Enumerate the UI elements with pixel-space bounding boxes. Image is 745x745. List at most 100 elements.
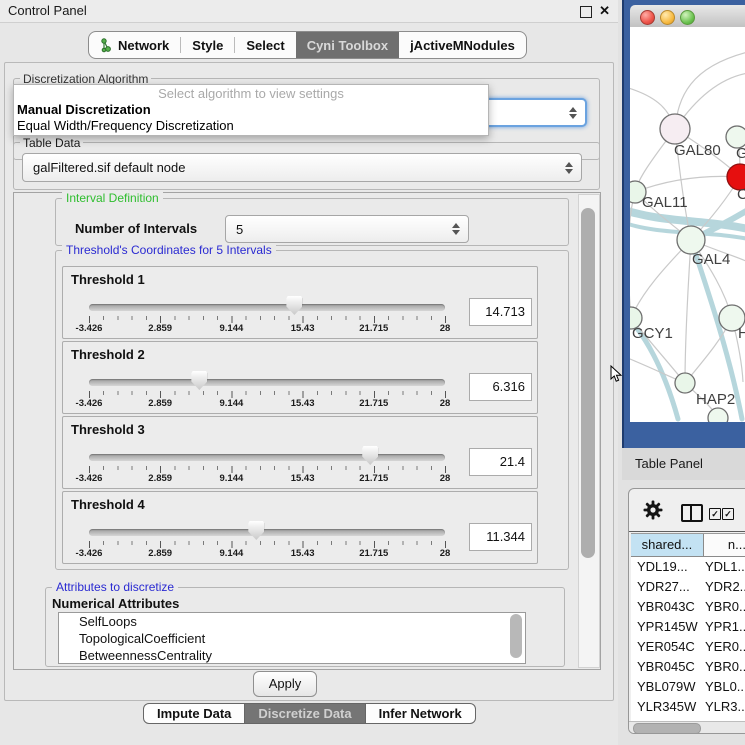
threshold-2-slider[interactable]: -3.4262.8599.14415.4321.71528 [89, 342, 445, 413]
spinner-up-down-icon[interactable] [563, 162, 574, 174]
slider-tick-labels: -3.4262.8599.14415.4321.71528 [89, 398, 445, 410]
slider-track[interactable] [89, 529, 445, 536]
close-traffic-light-icon[interactable] [640, 10, 655, 25]
slider-thumb[interactable] [191, 371, 207, 390]
tab-cyni-toolbox[interactable]: Cyni Toolbox [296, 32, 399, 58]
cell: YBR0... [705, 657, 745, 677]
table-row[interactable]: YPR145WYPR1... [631, 617, 745, 637]
node-label-clipped-ga: GA [736, 145, 745, 162]
vertical-scrollbar-thumb[interactable] [581, 208, 595, 558]
tab-style[interactable]: Style [181, 32, 234, 58]
cell: YBL0... [705, 677, 745, 697]
node-bottom[interactable] [708, 408, 728, 422]
edge [635, 176, 740, 192]
tab-discretize-data[interactable]: Discretize Data [245, 703, 365, 724]
slider-major-ticks [89, 466, 446, 473]
apply-button[interactable]: Apply [253, 671, 317, 697]
mouse-cursor [610, 365, 623, 383]
float-window-icon[interactable] [580, 6, 592, 18]
threshold-1-slider[interactable]: -3.4262.8599.14415.4321.71528 [89, 267, 445, 338]
cell: YER054C [637, 637, 695, 657]
tab-select[interactable]: Select [235, 32, 295, 58]
list-item[interactable]: SelfLoops [59, 613, 525, 630]
column-layout-icon[interactable] [681, 504, 703, 522]
list-scrollbar-thumb[interactable] [510, 614, 522, 658]
cell: YDL1... [705, 557, 745, 577]
table-row[interactable]: YBR045CYBR0... [631, 657, 745, 677]
tab-impute-data[interactable]: Impute Data [143, 703, 245, 724]
horizontal-scrollbar[interactable] [629, 721, 745, 734]
column-header-shared[interactable]: shared... [631, 534, 704, 556]
close-icon[interactable]: ✕ [599, 3, 610, 19]
number-of-intervals-combobox[interactable]: 5 [225, 215, 469, 243]
slider-track[interactable] [89, 454, 445, 461]
dropdown-option-equal-width[interactable]: Equal Width/Frequency Discretization [14, 118, 488, 134]
tab-select-label: Select [246, 38, 284, 53]
dropdown-option-manual[interactable]: Manual Discretization [14, 102, 488, 118]
threshold-4-slider[interactable]: -3.4262.8599.14415.4321.71528 [89, 492, 445, 563]
tick-label: 28 [440, 548, 451, 559]
table-data-combobox[interactable]: galFiltered.sif default node [22, 153, 582, 182]
table-row[interactable]: YLR345WYLR3... [631, 697, 745, 717]
slider-track[interactable] [89, 304, 445, 311]
node-label-gal80: GAL80 [674, 142, 721, 159]
node-gal4[interactable] [677, 226, 705, 254]
network-icon [100, 38, 112, 53]
table-row[interactable]: YBL079W YBL0... [631, 677, 745, 697]
column-header-name[interactable]: n... [704, 534, 745, 556]
tick-label: 15.43 [291, 323, 315, 334]
attributes-group-title: Attributes to discretize [52, 581, 178, 594]
node-gal80[interactable] [660, 114, 690, 144]
threshold-3-panel: Threshold 3 -3.4262.8599.14415.4321.7152… [62, 416, 538, 489]
cell: YBR043C [637, 597, 695, 617]
slider-major-ticks [89, 541, 446, 548]
tick-label: -3.426 [76, 398, 103, 409]
cell: YBL079W [637, 677, 696, 697]
tick-label: -3.426 [76, 323, 103, 334]
tab-network-label: Network [118, 38, 169, 53]
threshold-4-value[interactable]: 11.344 [469, 523, 532, 551]
tab-jactivemnodules[interactable]: jActiveMNodules [399, 32, 526, 58]
table-row[interactable]: YER054CYER0... [631, 637, 745, 657]
thresholds-group-title: Threshold's Coordinates for 5 Intervals [62, 244, 276, 257]
tick-label: 2.859 [148, 548, 172, 559]
slider-major-ticks [89, 391, 446, 398]
cell: YLR345W [637, 697, 696, 717]
slider-track[interactable] [89, 379, 445, 386]
table-row[interactable]: YDR27...YDR2... [631, 577, 745, 597]
network-canvas[interactable]: GAL80 GA C GAL11 GAL4 GCY1 H HAP2 [630, 27, 745, 422]
number-of-intervals-label: Number of Intervals [75, 221, 197, 236]
list-item[interactable]: TopologicalCoefficient [59, 630, 525, 647]
dropdown-prompt-item[interactable]: Select algorithm to view settings [14, 85, 488, 102]
slider-tick-labels: -3.4262.8599.14415.4321.71528 [89, 548, 445, 560]
tab-network[interactable]: Network [89, 32, 180, 58]
threshold-3-slider[interactable]: -3.4262.8599.14415.4321.71528 [89, 417, 445, 488]
threshold-3-value[interactable]: 21.4 [469, 448, 532, 476]
checkbox-icon[interactable]: ✓ [709, 508, 721, 520]
table-row[interactable]: YDL19...YDL1... [631, 557, 745, 577]
slider-thumb[interactable] [362, 446, 378, 465]
attributes-list[interactable]: SelfLoops TopologicalCoefficient Between… [58, 612, 526, 664]
slider-thumb[interactable] [286, 296, 302, 315]
checkbox-icon[interactable]: ✓ [722, 508, 734, 520]
node-hap2[interactable] [675, 373, 695, 393]
horizontal-scrollbar-thumb[interactable] [633, 723, 701, 734]
tick-label: -3.426 [76, 473, 103, 484]
control-panel-titlebar: Control Panel ✕ [0, 0, 618, 23]
tab-infer-network[interactable]: Infer Network [366, 703, 476, 724]
gear-icon[interactable] [643, 500, 663, 520]
spinner-up-down-icon[interactable] [567, 107, 578, 119]
edge [631, 240, 691, 318]
list-item[interactable]: BetweennessCentrality [59, 647, 525, 664]
slider-thumb[interactable] [248, 521, 264, 540]
tick-label: 2.859 [148, 323, 172, 334]
zoom-traffic-light-icon[interactable] [680, 10, 695, 25]
spinner-up-down-icon[interactable] [450, 223, 461, 235]
threshold-1-value[interactable]: 14.713 [469, 298, 532, 326]
threshold-4-panel: Threshold 4 -3.4262.8599.14415.4321.7152… [62, 491, 538, 564]
tick-label: 21.715 [359, 398, 388, 409]
threshold-2-value[interactable]: 6.316 [469, 373, 532, 401]
table-panel-widget: ✓ ✓ shared... n... YDL19...YDL1... YDR27… [628, 488, 745, 734]
table-row[interactable]: YBR043CYBR0... [631, 597, 745, 617]
minimize-traffic-light-icon[interactable] [660, 10, 675, 25]
